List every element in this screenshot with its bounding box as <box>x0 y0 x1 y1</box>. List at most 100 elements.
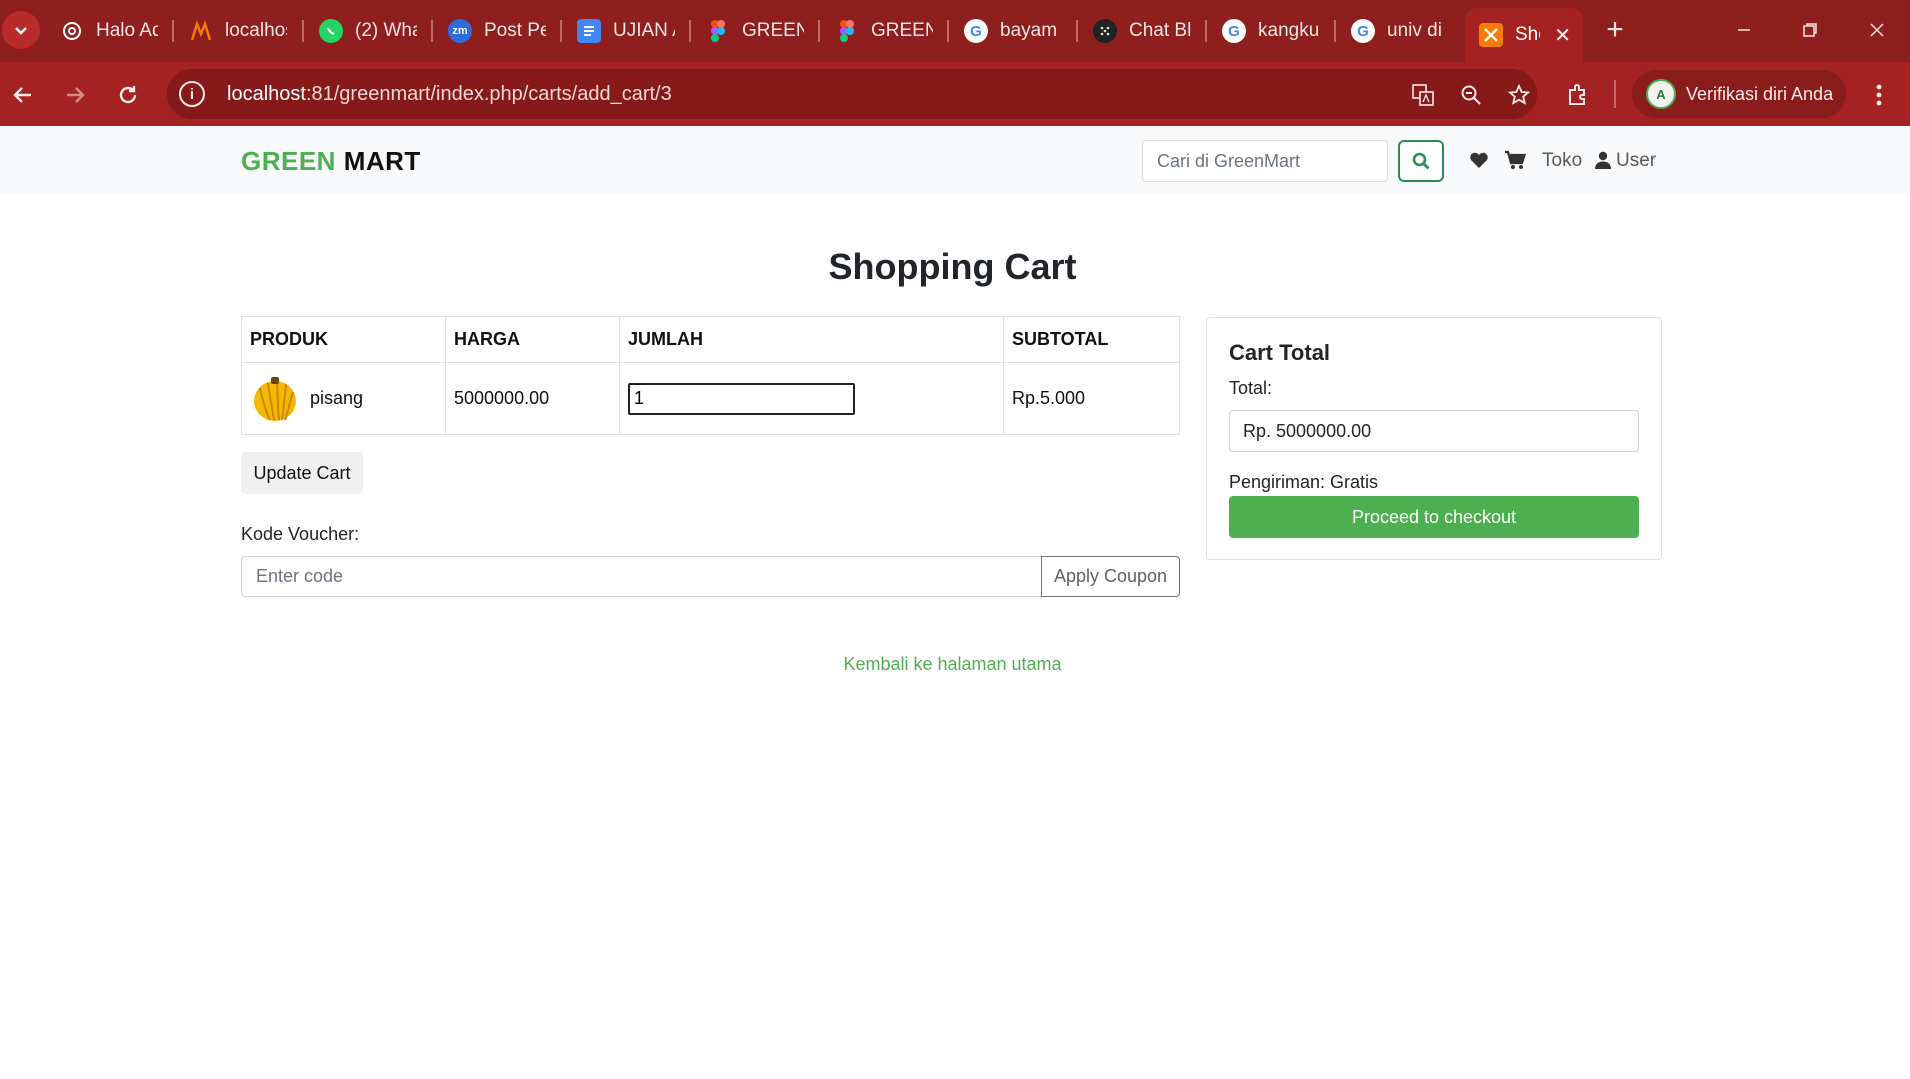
toolbar-divider <box>1614 80 1616 108</box>
quantity-cell <box>619 362 1004 435</box>
minimize-button[interactable] <box>1724 12 1764 48</box>
nav-link-user[interactable]: User <box>1616 150 1656 172</box>
more-vertical-icon <box>1876 84 1882 106</box>
cart-total-card: Cart Total Total: Rp. 5000000.00 Pengiri… <box>1206 317 1662 560</box>
column-header-harga: HARGA <box>445 316 620 363</box>
zoom-icon: zm <box>448 19 472 43</box>
heart-icon[interactable] <box>1467 148 1491 172</box>
checkout-button[interactable]: Proceed to checkout <box>1229 496 1639 538</box>
tab-separator <box>431 20 433 42</box>
total-value: Rp. 5000000.00 <box>1229 410 1639 452</box>
xampp-icon <box>189 19 213 43</box>
profile-label: Verifikasi diri Anda <box>1686 83 1834 104</box>
arrow-left-icon <box>13 87 31 103</box>
cart-icon[interactable] <box>1503 148 1527 172</box>
google-icon: G <box>1222 19 1246 43</box>
reload-icon <box>119 86 137 104</box>
google-icon: G <box>1351 19 1375 43</box>
chat-icon <box>1093 19 1117 43</box>
browser-tab[interactable]: G univ di <box>1337 10 1463 52</box>
browser-tab[interactable]: Halo Ad <box>46 10 172 52</box>
browser-tab[interactable]: UJIAN A <box>563 10 689 52</box>
url-text: localhost:81/greenmart/index.php/carts/a… <box>227 82 672 105</box>
restore-button[interactable] <box>1790 12 1830 48</box>
site-navbar: GREEN MART Toko User <box>0 126 1910 194</box>
browser-tab[interactable]: localhos <box>175 10 301 52</box>
table-row: pisang 5000000.00 Rp.5.000 <box>241 362 1180 435</box>
new-tab-button[interactable]: + <box>1598 13 1632 47</box>
quantity-input[interactable] <box>628 382 855 415</box>
page-title: Shopping Cart <box>828 246 1077 287</box>
product-cell: pisang <box>241 362 446 435</box>
browser-tab[interactable]: GREENM <box>692 10 818 52</box>
back-to-home-link[interactable]: Kembali ke halaman utama <box>0 654 1905 675</box>
browser-menu-button[interactable] <box>1864 76 1894 114</box>
search-input[interactable] <box>1142 140 1388 182</box>
figma-icon <box>706 19 730 43</box>
reload-button[interactable] <box>109 76 147 114</box>
browser-tab[interactable]: G kangku <box>1208 10 1334 52</box>
product-name: pisang <box>310 388 364 408</box>
tab-separator <box>689 20 691 42</box>
openai-icon <box>60 19 84 43</box>
google-icon: G <box>964 19 988 43</box>
close-icon <box>1870 23 1884 37</box>
product-subtotal: Rp.5.000 <box>1003 362 1180 435</box>
column-header-produk: PRODUK <box>241 316 446 363</box>
forward-button[interactable] <box>56 76 94 114</box>
browser-tab-active[interactable]: Sho ✕ <box>1465 8 1583 62</box>
banana-product-image <box>254 376 296 421</box>
tab-separator <box>302 20 304 42</box>
nav-link-toko[interactable]: Toko <box>1542 150 1582 172</box>
product-price: 5000000.00 <box>445 362 620 435</box>
cart-table: PRODUK HARGA JUMLAH SUBTOTAL pisang 5000… <box>241 316 1180 435</box>
translate-icon[interactable] <box>1409 81 1437 109</box>
avatar: A <box>1646 79 1676 109</box>
tab-separator <box>172 20 174 42</box>
column-header-subtotal: SUBTOTAL <box>1003 316 1180 363</box>
search-icon <box>1412 152 1430 170</box>
column-header-jumlah: JUMLAH <box>619 316 1004 363</box>
cart-total-title: Cart Total <box>1229 340 1331 365</box>
back-button[interactable] <box>4 76 42 114</box>
extensions-button[interactable] <box>1560 76 1598 114</box>
tab-separator <box>818 20 820 42</box>
figma-icon <box>835 19 859 43</box>
tab-separator <box>560 20 562 42</box>
chevron-down-icon <box>15 27 27 35</box>
puzzle-icon <box>1569 84 1585 105</box>
site-info-icon[interactable]: i <box>179 81 205 107</box>
browser-tab[interactable]: G bayam <box>950 10 1076 52</box>
browser-tab-bar: Halo Ad localhos (2) Wha zm Post Pe UJIA… <box>0 0 1910 62</box>
total-label: Total: <box>1229 378 1273 398</box>
browser-tab[interactable]: (2) Wha <box>305 10 431 52</box>
restore-icon <box>1803 23 1817 37</box>
search-button[interactable] <box>1398 140 1444 182</box>
arrow-right-icon <box>67 87 85 103</box>
voucher-label: Kode Voucher: <box>241 524 360 544</box>
docs-icon <box>577 19 601 43</box>
tab-separator <box>1076 20 1078 42</box>
close-window-button[interactable] <box>1857 12 1897 48</box>
zoom-icon[interactable] <box>1457 81 1485 109</box>
voucher-code-input[interactable] <box>241 556 1042 597</box>
browser-tab[interactable]: GREENM <box>821 10 947 52</box>
tab-separator <box>947 20 949 42</box>
user-icon[interactable] <box>1594 148 1612 172</box>
shipping-info: Pengiriman: Gratis <box>1229 472 1379 492</box>
bookmark-star-icon[interactable] <box>1505 81 1533 109</box>
brand-logo[interactable]: GREEN MART <box>241 146 421 177</box>
profile-button[interactable]: A Verifikasi diri Anda <box>1632 70 1846 118</box>
browser-tab[interactable]: Chat Bl <box>1079 10 1205 52</box>
url-bar[interactable]: i localhost:81/greenmart/index.php/carts… <box>167 69 1537 119</box>
tab-separator <box>1205 20 1207 42</box>
xampp-icon <box>1479 23 1503 47</box>
browser-address-bar: i localhost:81/greenmart/index.php/carts… <box>0 62 1910 126</box>
tab-separator <box>1334 20 1336 42</box>
minimize-icon <box>1738 29 1750 31</box>
tab-search-button[interactable] <box>2 11 40 49</box>
update-cart-button[interactable]: Update Cart <box>241 452 363 494</box>
browser-tab[interactable]: zm Post Pe <box>434 10 560 52</box>
close-tab-icon[interactable]: ✕ <box>1554 23 1571 48</box>
apply-coupon-button[interactable]: Apply Coupon <box>1041 556 1180 597</box>
